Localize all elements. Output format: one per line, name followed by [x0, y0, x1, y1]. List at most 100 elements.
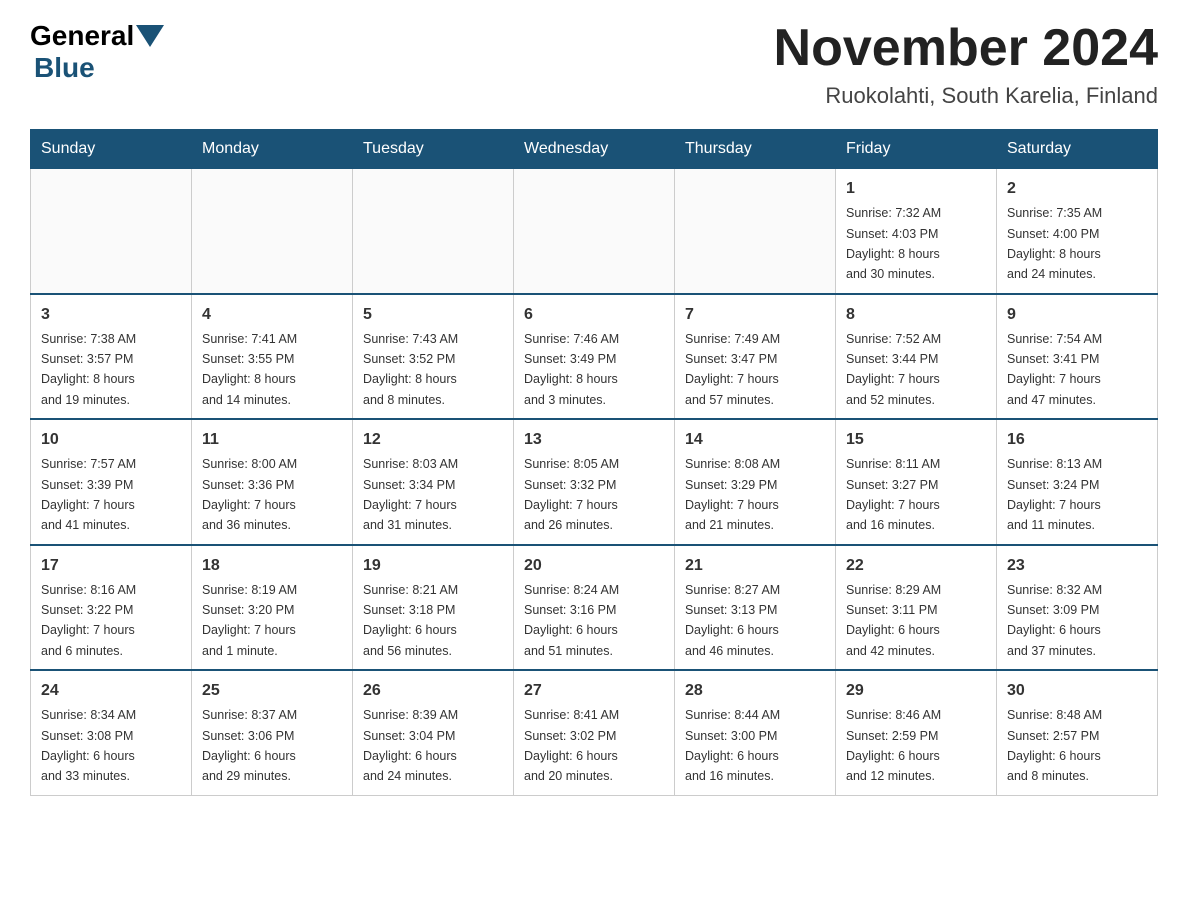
day-number: 23 — [1007, 554, 1147, 578]
day-number: 24 — [41, 679, 181, 703]
day-info: Sunrise: 8:00 AM Sunset: 3:36 PM Dayligh… — [202, 457, 297, 532]
day-info: Sunrise: 8:48 AM Sunset: 2:57 PM Dayligh… — [1007, 708, 1102, 783]
day-info: Sunrise: 7:52 AM Sunset: 3:44 PM Dayligh… — [846, 332, 941, 407]
calendar-cell: 6Sunrise: 7:46 AM Sunset: 3:49 PM Daylig… — [514, 294, 675, 420]
calendar-week-5: 24 Sunrise: 8:34 AM Sunset: 3:08 PM Dayli… — [31, 670, 1158, 795]
calendar-cell: 8 Sunrise: 7:52 AM Sunset: 3:44 PM Daylig… — [836, 294, 997, 420]
day-number: 25 — [202, 679, 342, 703]
title-area: November 2024 Ruokolahti, South Karelia,… — [774, 20, 1158, 109]
calendar-cell — [192, 169, 353, 294]
calendar-week-1: 1Sunrise: 7:32 AM Sunset: 4:03 PM Daylig… — [31, 169, 1158, 294]
day-number: 2 — [1007, 177, 1147, 201]
day-number: 7 — [685, 303, 825, 327]
day-number: 15 — [846, 428, 986, 452]
month-title: November 2024 — [774, 20, 1158, 77]
page-header: General Blue November 2024 Ruokolahti, S… — [30, 20, 1158, 109]
logo-triangle-icon — [136, 25, 164, 47]
calendar-cell: 10 Sunrise: 7:57 AM Sunset: 3:39 PM Dayli… — [31, 419, 192, 545]
day-info: Sunrise: 8:39 AM Sunset: 3:04 PM Dayligh… — [363, 708, 458, 783]
day-number: 6 — [524, 303, 664, 327]
day-number: 21 — [685, 554, 825, 578]
day-info: Sunrise: 8:34 AM Sunset: 3:08 PM Dayligh… — [41, 708, 136, 783]
calendar-cell: 16Sunrise: 8:13 AM Sunset: 3:24 PM Dayli… — [997, 419, 1158, 545]
day-info: Sunrise: 7:41 AM Sunset: 3:55 PM Dayligh… — [202, 332, 297, 407]
day-number: 14 — [685, 428, 825, 452]
day-info: Sunrise: 8:16 AM Sunset: 3:22 PM Dayligh… — [41, 583, 136, 658]
day-number: 18 — [202, 554, 342, 578]
day-info: Sunrise: 8:27 AM Sunset: 3:13 PM Dayligh… — [685, 583, 780, 658]
calendar-cell: 15 Sunrise: 8:11 AM Sunset: 3:27 PM Dayli… — [836, 419, 997, 545]
calendar-cell: 2 Sunrise: 7:35 AM Sunset: 4:00 PM Daylig… — [997, 169, 1158, 294]
day-info: Sunrise: 8:13 AM Sunset: 3:24 PM Dayligh… — [1007, 457, 1102, 532]
day-number: 11 — [202, 428, 342, 452]
day-info: Sunrise: 7:32 AM Sunset: 4:03 PM Dayligh… — [846, 206, 941, 281]
day-number: 3 — [41, 303, 181, 327]
calendar-table: SundayMondayTuesdayWednesdayThursdayFrid… — [30, 129, 1158, 796]
day-number: 5 — [363, 303, 503, 327]
calendar-cell: 17 Sunrise: 8:16 AM Sunset: 3:22 PM Dayli… — [31, 545, 192, 671]
calendar-cell: 26 Sunrise: 8:39 AM Sunset: 3:04 PM Dayli… — [353, 670, 514, 795]
calendar-cell: 20 Sunrise: 8:24 AM Sunset: 3:16 PM Dayli… — [514, 545, 675, 671]
calendar-cell: 11 Sunrise: 8:00 AM Sunset: 3:36 PM Dayli… — [192, 419, 353, 545]
calendar-cell: 18 Sunrise: 8:19 AM Sunset: 3:20 PM Dayli… — [192, 545, 353, 671]
day-info: Sunrise: 8:46 AM Sunset: 2:59 PM Dayligh… — [846, 708, 941, 783]
location-subtitle: Ruokolahti, South Karelia, Finland — [774, 83, 1158, 109]
day-number: 19 — [363, 554, 503, 578]
day-info: Sunrise: 8:32 AM Sunset: 3:09 PM Dayligh… — [1007, 583, 1102, 658]
calendar-cell — [31, 169, 192, 294]
calendar-cell: 3 Sunrise: 7:38 AM Sunset: 3:57 PM Daylig… — [31, 294, 192, 420]
day-info: Sunrise: 7:35 AM Sunset: 4:00 PM Dayligh… — [1007, 206, 1102, 281]
weekday-header-monday: Monday — [192, 130, 353, 169]
calendar-week-2: 3 Sunrise: 7:38 AM Sunset: 3:57 PM Daylig… — [31, 294, 1158, 420]
day-number: 20 — [524, 554, 664, 578]
calendar-cell: 30Sunrise: 8:48 AM Sunset: 2:57 PM Dayli… — [997, 670, 1158, 795]
logo-general-text: General — [30, 20, 134, 52]
day-info: Sunrise: 8:05 AM Sunset: 3:32 PM Dayligh… — [524, 457, 619, 532]
weekday-header-thursday: Thursday — [675, 130, 836, 169]
calendar-cell: 5Sunrise: 7:43 AM Sunset: 3:52 PM Daylig… — [353, 294, 514, 420]
calendar-cell: 7Sunrise: 7:49 AM Sunset: 3:47 PM Daylig… — [675, 294, 836, 420]
day-number: 28 — [685, 679, 825, 703]
day-info: Sunrise: 8:03 AM Sunset: 3:34 PM Dayligh… — [363, 457, 458, 532]
day-info: Sunrise: 8:37 AM Sunset: 3:06 PM Dayligh… — [202, 708, 297, 783]
day-info: Sunrise: 8:21 AM Sunset: 3:18 PM Dayligh… — [363, 583, 458, 658]
calendar-cell: 21 Sunrise: 8:27 AM Sunset: 3:13 PM Dayli… — [675, 545, 836, 671]
calendar-cell: 25 Sunrise: 8:37 AM Sunset: 3:06 PM Dayli… — [192, 670, 353, 795]
day-number: 9 — [1007, 303, 1147, 327]
day-number: 8 — [846, 303, 986, 327]
day-info: Sunrise: 7:38 AM Sunset: 3:57 PM Dayligh… — [41, 332, 136, 407]
day-info: Sunrise: 8:24 AM Sunset: 3:16 PM Dayligh… — [524, 583, 619, 658]
calendar-cell: 29 Sunrise: 8:46 AM Sunset: 2:59 PM Dayli… — [836, 670, 997, 795]
calendar-cell — [353, 169, 514, 294]
weekday-header-sunday: Sunday — [31, 130, 192, 169]
calendar-cell: 22 Sunrise: 8:29 AM Sunset: 3:11 PM Dayli… — [836, 545, 997, 671]
day-number: 26 — [363, 679, 503, 703]
calendar-cell: 27Sunrise: 8:41 AM Sunset: 3:02 PM Dayli… — [514, 670, 675, 795]
calendar-cell: 14 Sunrise: 8:08 AM Sunset: 3:29 PM Dayli… — [675, 419, 836, 545]
calendar-week-4: 17 Sunrise: 8:16 AM Sunset: 3:22 PM Dayli… — [31, 545, 1158, 671]
day-number: 17 — [41, 554, 181, 578]
calendar-cell: 13 Sunrise: 8:05 AM Sunset: 3:32 PM Dayli… — [514, 419, 675, 545]
day-info: Sunrise: 8:11 AM Sunset: 3:27 PM Dayligh… — [846, 457, 940, 532]
day-number: 29 — [846, 679, 986, 703]
day-number: 12 — [363, 428, 503, 452]
day-info: Sunrise: 8:19 AM Sunset: 3:20 PM Dayligh… — [202, 583, 297, 658]
logo: General Blue — [30, 20, 166, 84]
day-number: 13 — [524, 428, 664, 452]
calendar-cell: 19 Sunrise: 8:21 AM Sunset: 3:18 PM Dayli… — [353, 545, 514, 671]
day-info: Sunrise: 8:08 AM Sunset: 3:29 PM Dayligh… — [685, 457, 780, 532]
weekday-header-row: SundayMondayTuesdayWednesdayThursdayFrid… — [31, 130, 1158, 169]
calendar-cell: 9 Sunrise: 7:54 AM Sunset: 3:41 PM Daylig… — [997, 294, 1158, 420]
calendar-cell — [514, 169, 675, 294]
day-number: 10 — [41, 428, 181, 452]
day-info: Sunrise: 8:44 AM Sunset: 3:00 PM Dayligh… — [685, 708, 780, 783]
logo-blue-text: Blue — [34, 52, 95, 83]
calendar-cell: 1Sunrise: 7:32 AM Sunset: 4:03 PM Daylig… — [836, 169, 997, 294]
calendar-cell: 24 Sunrise: 8:34 AM Sunset: 3:08 PM Dayli… — [31, 670, 192, 795]
day-info: Sunrise: 7:57 AM Sunset: 3:39 PM Dayligh… — [41, 457, 136, 532]
day-info: Sunrise: 7:54 AM Sunset: 3:41 PM Dayligh… — [1007, 332, 1102, 407]
day-info: Sunrise: 8:29 AM Sunset: 3:11 PM Dayligh… — [846, 583, 941, 658]
day-number: 22 — [846, 554, 986, 578]
calendar-week-3: 10 Sunrise: 7:57 AM Sunset: 3:39 PM Dayli… — [31, 419, 1158, 545]
day-info: Sunrise: 8:41 AM Sunset: 3:02 PM Dayligh… — [524, 708, 619, 783]
